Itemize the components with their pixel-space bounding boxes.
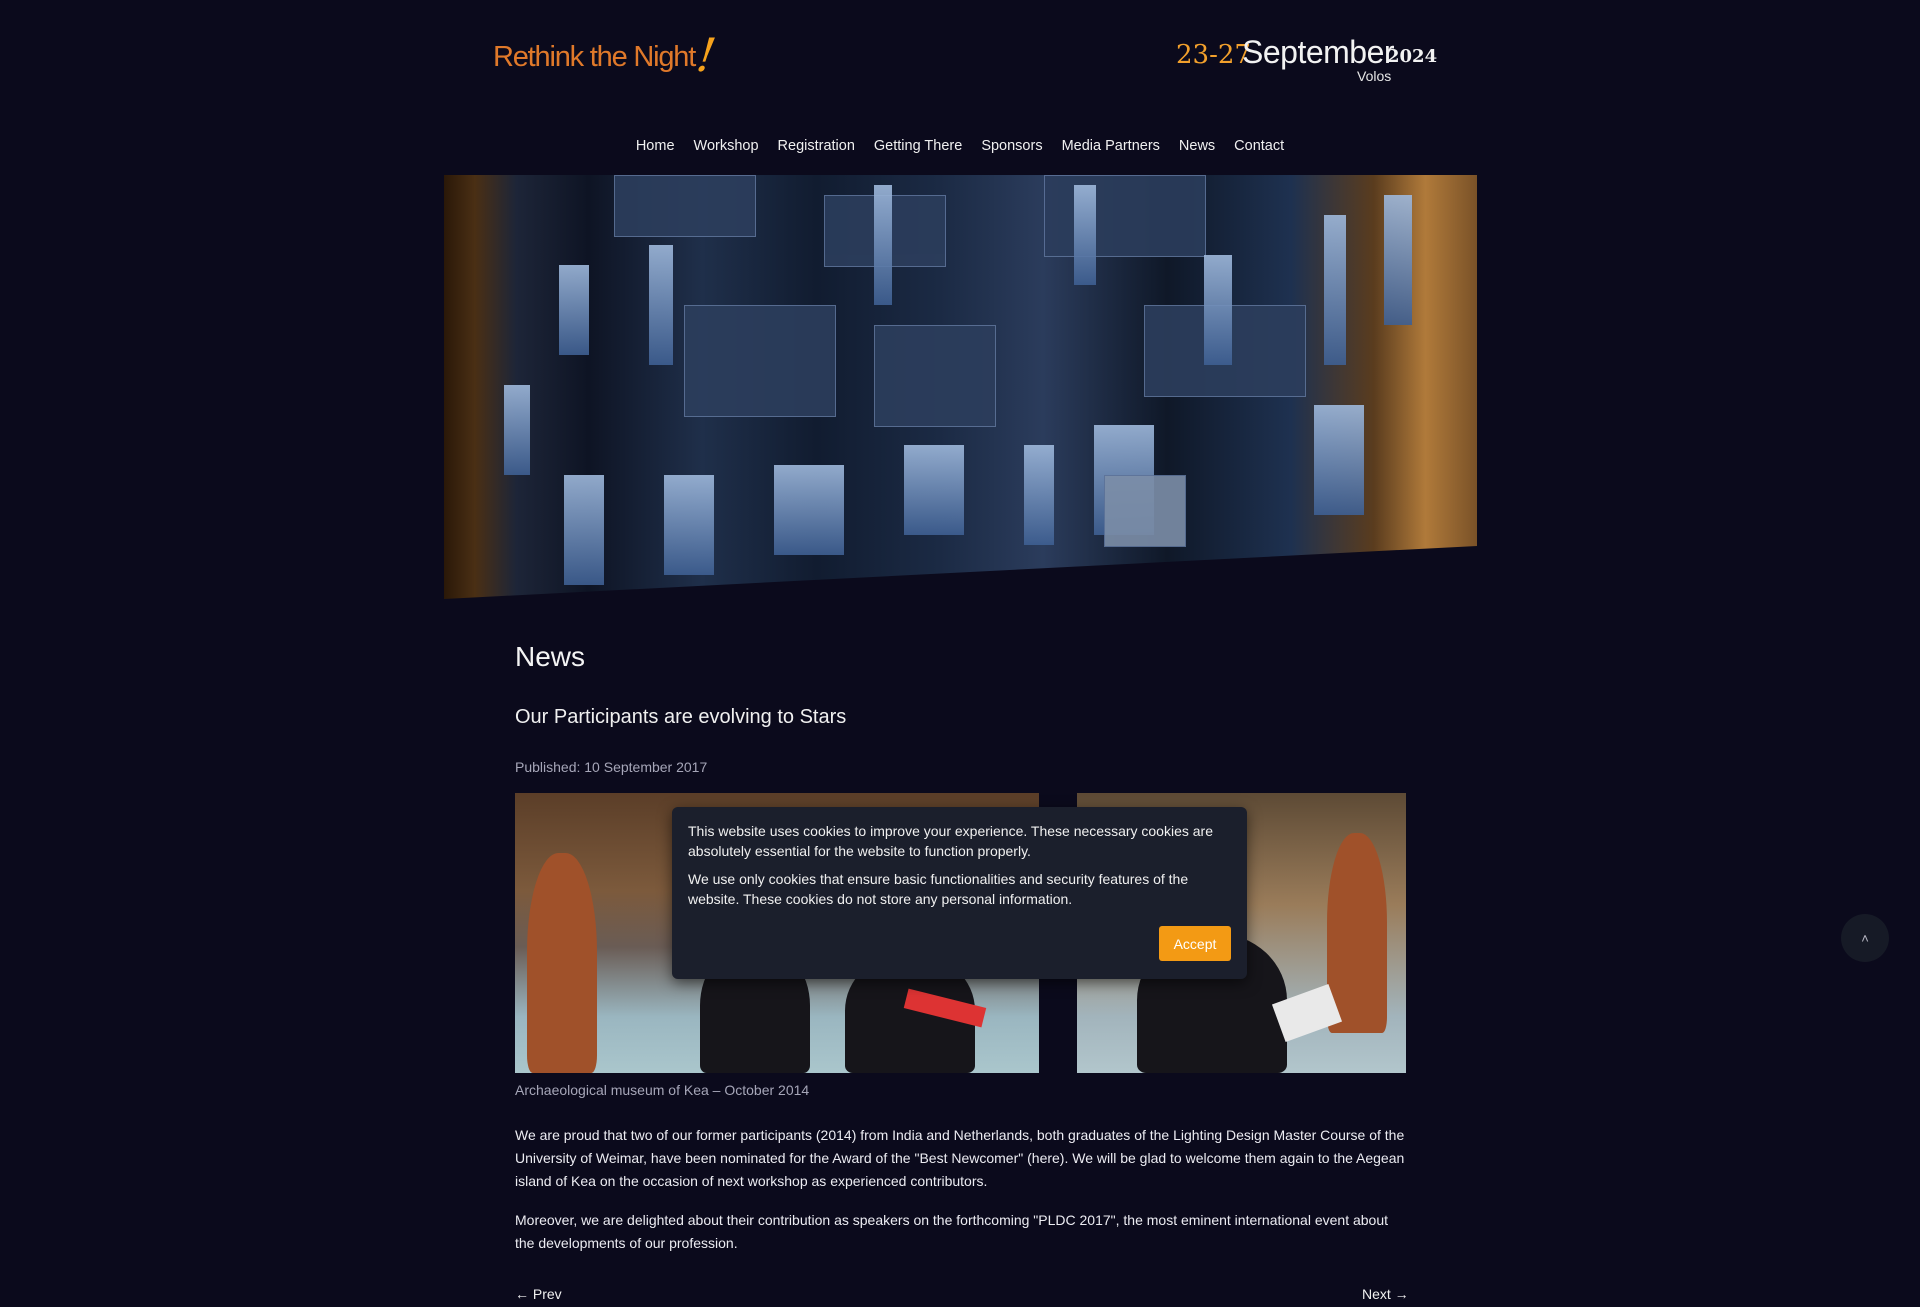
nav-item-media-partners[interactable]: Media Partners	[1062, 138, 1160, 154]
chevron-up-icon: ˄	[1861, 930, 1869, 946]
event-dates: 23-27 September 2024 Volos	[1176, 34, 1437, 94]
page-title: News	[515, 641, 586, 672]
cookie-banner: This website uses cookies to improve you…	[672, 807, 1247, 979]
cookie-text-2: We use only cookies that ensure basic fu…	[688, 871, 1189, 907]
published-date: Published: 10 September 2017	[515, 759, 708, 775]
article-title[interactable]: Our Participants are evolving to Stars	[515, 706, 846, 729]
hero-image	[444, 175, 1477, 599]
event-days: 23-27	[1176, 40, 1251, 70]
main-nav: Home Workshop Registration Getting There…	[0, 138, 1920, 154]
prev-link[interactable]: ← Prev	[515, 1286, 562, 1302]
nav-item-registration[interactable]: Registration	[778, 138, 855, 154]
event-city: Volos	[1357, 68, 1392, 84]
logo-exclamation-mark: !	[693, 28, 719, 82]
accept-button[interactable]: Accept	[1159, 926, 1231, 961]
nav-item-contact[interactable]: Contact	[1234, 138, 1284, 154]
article-paragraph-2: Moreover, we are delighted about their c…	[515, 1212, 1389, 1251]
back-to-top-button[interactable]: ˄	[1841, 914, 1889, 962]
article-paragraph-1: We are proud that two of our former part…	[515, 1127, 1405, 1189]
nav-item-getting-there[interactable]: Getting There	[874, 138, 962, 154]
event-year: 2024	[1387, 46, 1438, 67]
nav-item-home[interactable]: Home	[636, 138, 675, 154]
cookie-text-1: This website uses cookies to improve you…	[688, 823, 1213, 859]
nav-item-sponsors[interactable]: Sponsors	[981, 138, 1042, 154]
next-link[interactable]: Next →	[1362, 1286, 1409, 1302]
nav-item-workshop[interactable]: Workshop	[694, 138, 759, 154]
logo-text: Rethink the Night	[493, 41, 696, 73]
nav-item-news[interactable]: News	[1179, 138, 1215, 154]
event-month: September	[1242, 34, 1395, 70]
site-logo[interactable]: Rethink the Night !	[493, 28, 719, 82]
photo-caption: Archaeological museum of Kea – October 2…	[515, 1082, 810, 1098]
